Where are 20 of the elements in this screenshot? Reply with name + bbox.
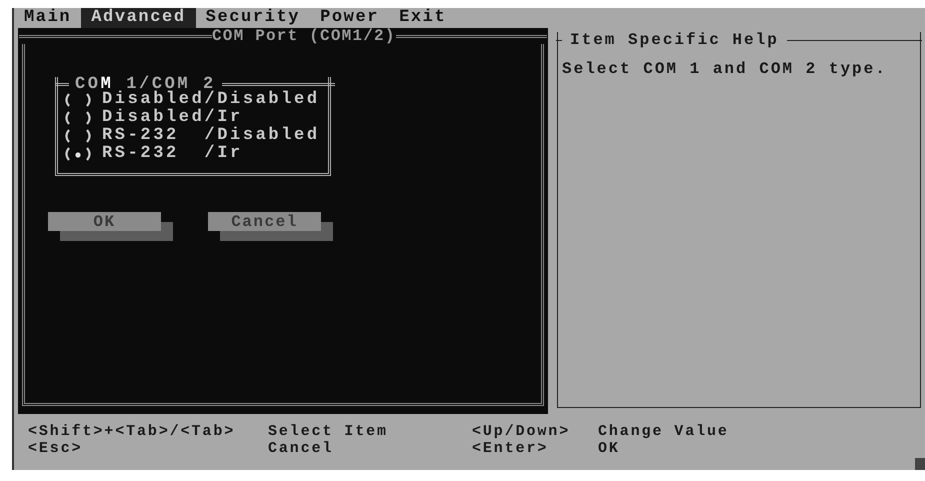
key-hint: <Up/Down> <box>472 423 572 440</box>
cursor-block <box>915 458 925 470</box>
key-action: Select Item <box>268 423 389 440</box>
menu-tab[interactable]: Security <box>196 8 310 28</box>
menu-tab[interactable]: Advanced <box>81 8 196 28</box>
menu-tab[interactable]: Main <box>14 8 82 28</box>
menu-tab[interactable]: Power <box>310 8 390 28</box>
menu-tab[interactable]: Exit <box>389 8 456 28</box>
key-action: Cancel <box>268 440 334 457</box>
key-action: OK <box>598 440 621 457</box>
key-hint: <Esc> <box>28 440 84 457</box>
help-title: Item Specific Help <box>569 31 780 49</box>
option-label: RS-232 /Disabled <box>102 127 320 145</box>
key-hint: <Shift>+<Tab>/<Tab> <box>28 423 236 440</box>
help-text: Select COM 1 and COM 2 type. <box>561 59 888 78</box>
option-label: RS-232 /Ir <box>102 145 243 163</box>
key-action: Change Value <box>598 423 730 440</box>
key-hint: <Enter> <box>472 440 550 457</box>
option-label: Disabled/Ir <box>102 109 243 127</box>
dialog-title: COM Port (COM1/2) <box>212 27 396 45</box>
